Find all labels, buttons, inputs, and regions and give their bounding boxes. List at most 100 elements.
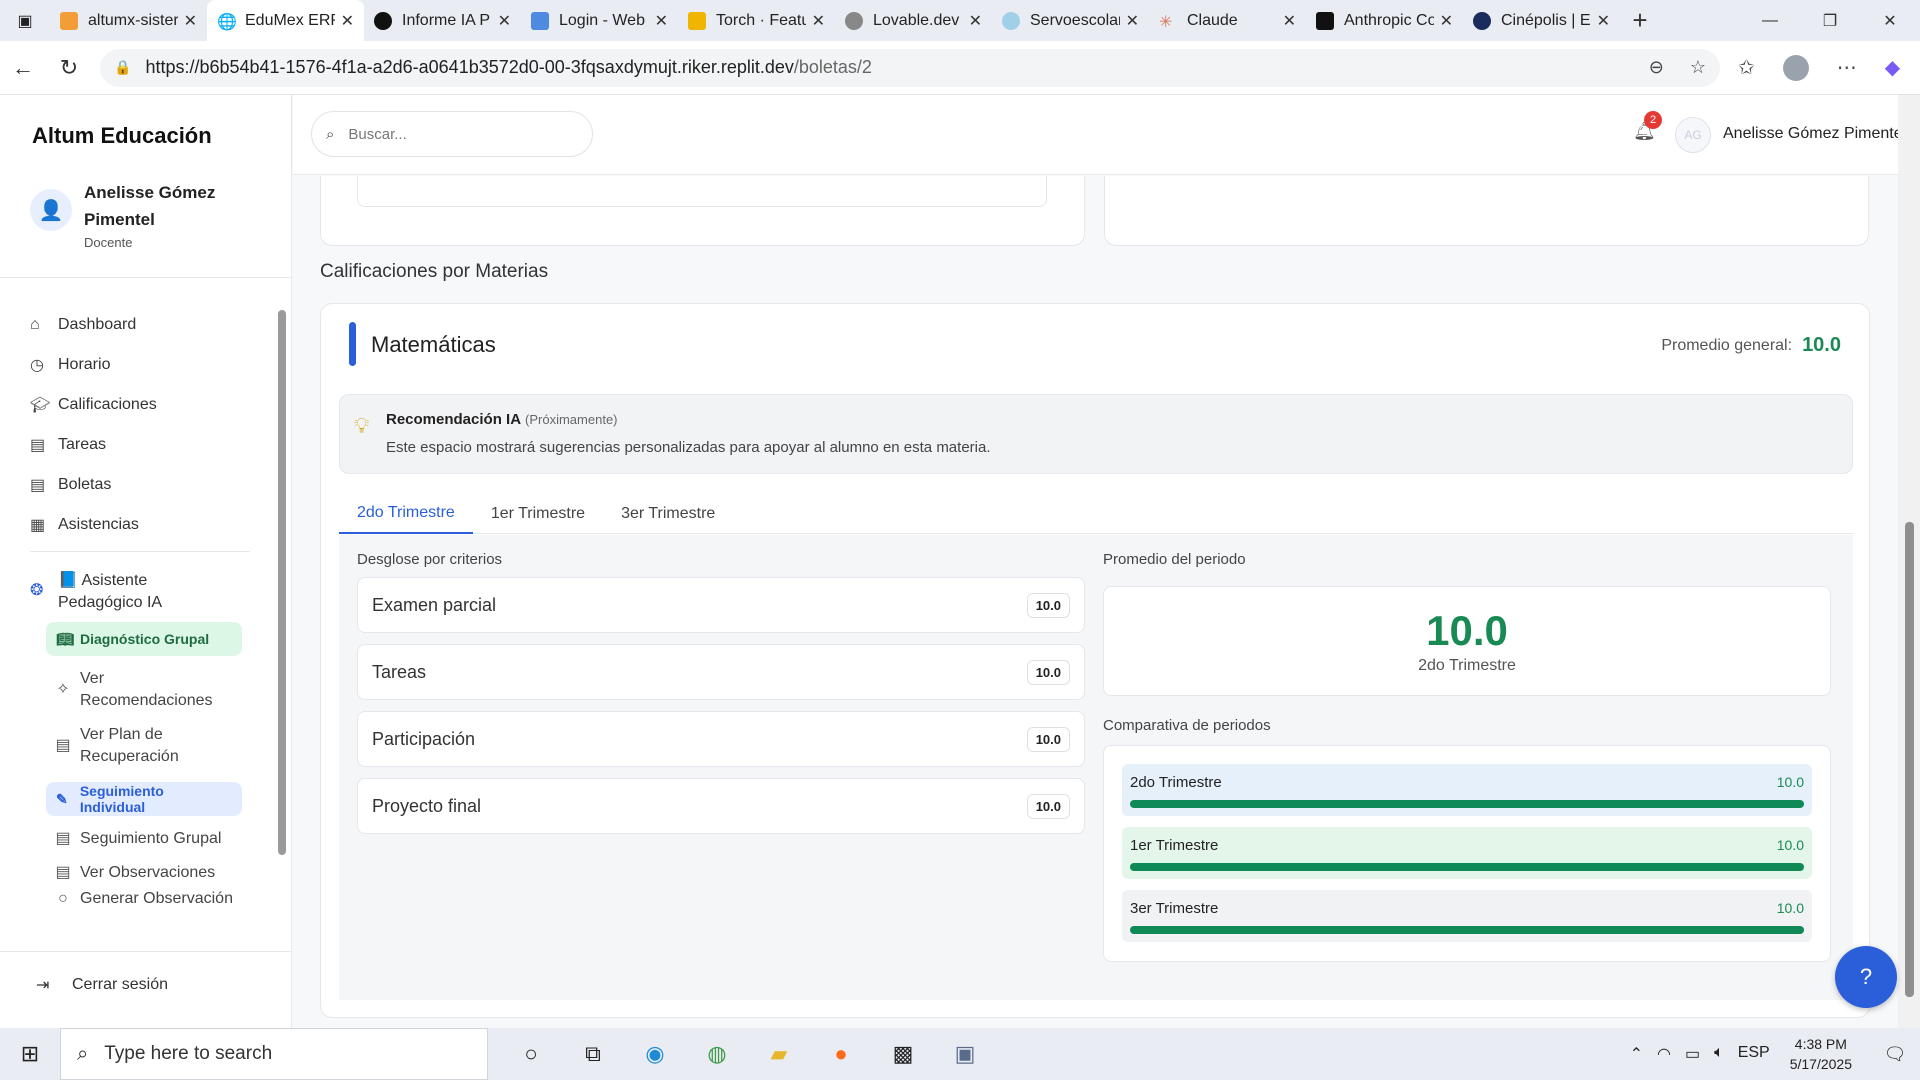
sidebar-item-dashboard[interactable]: ⌂ Dashboard bbox=[30, 305, 250, 345]
tab-title: Login - Web bbox=[559, 11, 645, 29]
progress-track bbox=[1130, 863, 1804, 871]
more-menu-icon[interactable]: ⋯ bbox=[1837, 55, 1857, 80]
topbar-user-name[interactable]: Anelisse Gómez Pimentel bbox=[1723, 125, 1906, 143]
tab-actions-icon[interactable]: ▣ bbox=[0, 0, 50, 41]
notification-center-icon[interactable]: 🗨︎ bbox=[1870, 1044, 1920, 1065]
sidebar-item-boletas[interactable]: ▤ Boletas bbox=[30, 465, 250, 505]
page-scrollbar[interactable] bbox=[1898, 95, 1920, 1028]
favorite-star-icon[interactable]: ☆ bbox=[1690, 57, 1706, 78]
main-content: Calificaciones por Materias Matemáticas … bbox=[293, 176, 1893, 1028]
task-view-icon[interactable]: ⧉ bbox=[562, 1041, 624, 1067]
tab-3er-trimestre[interactable]: 3er Trimestre bbox=[603, 494, 733, 534]
subject-title: Matemáticas bbox=[371, 332, 496, 357]
wifi-icon[interactable]: ◠ bbox=[1657, 1044, 1671, 1064]
zoom-icon[interactable]: ⊖ bbox=[1649, 57, 1664, 78]
browser-tab[interactable]: altumx-sister ✕ bbox=[50, 0, 207, 41]
browser-tab[interactable]: Lovable.dev ✕ bbox=[835, 0, 992, 41]
app-icon[interactable]: ▣ bbox=[934, 1041, 996, 1067]
criteria-score: 10.0 bbox=[1026, 726, 1070, 752]
browser-tab[interactable]: Login - Web ✕ bbox=[521, 0, 678, 41]
firefox-icon[interactable]: ● bbox=[810, 1041, 872, 1067]
close-tab-icon[interactable]: ✕ bbox=[498, 11, 511, 31]
tab-title: Claude bbox=[1187, 11, 1238, 29]
close-window-icon[interactable]: ✕ bbox=[1860, 0, 1920, 41]
term-panel: Desglose por criterios Examen parcial 10.… bbox=[339, 535, 1853, 1000]
site-info-icon[interactable]: 🔒 bbox=[114, 59, 131, 76]
tab-2do-trimestre[interactable]: 2do Trimestre bbox=[339, 494, 473, 534]
browser-tab[interactable]: Anthropic Co ✕ bbox=[1306, 0, 1463, 41]
cortana-icon[interactable]: ○ bbox=[500, 1041, 562, 1067]
predator-icon[interactable]: ▩ bbox=[872, 1041, 934, 1067]
url-input[interactable]: 🔒 https://b6b54b41-1576-4f1a-a2d6-a0641b… bbox=[100, 48, 1720, 87]
maximize-icon[interactable]: ❐ bbox=[1800, 0, 1860, 41]
sidebar-item-label: Asistencias bbox=[58, 516, 139, 533]
copilot-icon[interactable]: ◆ bbox=[1885, 55, 1900, 80]
file-explorer-icon[interactable]: ▰ bbox=[748, 1041, 810, 1067]
chevron-up-icon[interactable]: ⌃ bbox=[1630, 1044, 1643, 1064]
close-tab-icon[interactable]: ✕ bbox=[1283, 11, 1296, 31]
logout-button[interactable]: ⇥ Cerrar sesión bbox=[36, 975, 168, 995]
close-tab-icon[interactable]: ✕ bbox=[812, 11, 825, 31]
search-icon: ⌕ bbox=[326, 125, 335, 143]
edge-icon[interactable]: ◉ bbox=[624, 1041, 686, 1067]
windows-start-icon[interactable]: ⊞ bbox=[0, 1041, 60, 1067]
close-tab-icon[interactable]: ✕ bbox=[1597, 11, 1610, 31]
sidebar-item-tareas[interactable]: ▤ Tareas bbox=[30, 425, 250, 465]
browser-tab-active[interactable]: 🌐 EduMex ERP ✕ bbox=[207, 0, 364, 41]
sidebar-item-horario[interactable]: ◷ Horario bbox=[30, 345, 250, 385]
clock[interactable]: 4:38 PM 5/17/2025 bbox=[1790, 1034, 1852, 1074]
sidebar-item-ver-recomendaciones[interactable]: ✧ Ver Recomendaciones bbox=[46, 662, 250, 718]
sidebar-item-asistente-ia[interactable]: ❂ 📘 Asistente Pedagógico IA bbox=[30, 562, 250, 622]
windows-taskbar: ⊞ ⌕ Type here to search ○ ⧉ ◉ ◍ ▰ ● ▩ ▣ ⌃… bbox=[0, 1028, 1920, 1080]
ai-soon-text: (Próximamente) bbox=[525, 412, 618, 427]
reload-icon[interactable]: ↻ bbox=[46, 55, 92, 81]
browser-profile-avatar[interactable] bbox=[1782, 54, 1809, 81]
close-tab-icon[interactable]: ✕ bbox=[655, 11, 668, 31]
notification-badge: 2 bbox=[1644, 111, 1662, 129]
tab-favicon-icon bbox=[531, 11, 549, 30]
search-input[interactable]: ⌕ Buscar... bbox=[311, 111, 593, 157]
sidebar-item-seguimiento-grupal[interactable]: ▤ Seguimiento Grupal bbox=[46, 822, 250, 856]
sidebar-item-seguimiento-individual[interactable]: ✎ Seguimiento Individual bbox=[46, 782, 242, 816]
taskbar-search-input[interactable]: ⌕ Type here to search bbox=[60, 1028, 488, 1080]
sidebar-item-generar-observacion[interactable]: ○ Generar Observación bbox=[46, 890, 250, 908]
minimize-icon[interactable]: — bbox=[1740, 0, 1800, 41]
compare-title: Comparativa de periodos bbox=[1103, 717, 1271, 734]
sidebar-item-calificaciones[interactable]: 🎓︎ Calificaciones bbox=[30, 385, 250, 425]
browser-tab[interactable]: Informe IA P ✕ bbox=[364, 0, 521, 41]
close-tab-icon[interactable]: ✕ bbox=[969, 11, 982, 31]
volume-icon[interactable]: 🔈︎ bbox=[1714, 1044, 1724, 1064]
sidebar-item-asistencias[interactable]: ▦ Asistencias bbox=[30, 505, 250, 545]
sidebar-scrollbar[interactable] bbox=[278, 310, 286, 855]
tab-title: Cinépolis | E bbox=[1501, 11, 1591, 29]
back-icon[interactable]: ← bbox=[0, 55, 46, 81]
ai-recommendation-box: 💡︎ Recomendación IA (Próximamente) Este e… bbox=[339, 394, 1853, 474]
sidebar-item-ver-observaciones[interactable]: ▤ Ver Observaciones bbox=[46, 856, 250, 890]
favorites-icon[interactable]: ✩ bbox=[1738, 55, 1755, 80]
new-tab-icon[interactable]: + bbox=[1620, 5, 1660, 36]
tab-favicon-icon bbox=[1002, 11, 1020, 30]
criteria-row: Examen parcial 10.0 bbox=[357, 577, 1085, 633]
close-tab-icon[interactable]: ✕ bbox=[184, 11, 197, 31]
close-tab-icon[interactable]: ✕ bbox=[341, 11, 354, 31]
avatar[interactable]: AG bbox=[1675, 117, 1711, 153]
browser-tab[interactable]: Torch · Featu ✕ bbox=[678, 0, 835, 41]
browser-tab[interactable]: Cinépolis | E ✕ bbox=[1463, 0, 1620, 41]
tab-favicon-icon bbox=[374, 11, 392, 30]
browser-tab[interactable]: Servoescolar ✕ bbox=[992, 0, 1149, 41]
close-tab-icon[interactable]: ✕ bbox=[1126, 11, 1139, 31]
language-indicator[interactable]: ESP bbox=[1738, 1044, 1770, 1064]
page-scrollbar-thumb[interactable] bbox=[1905, 522, 1914, 997]
help-button[interactable]: ? bbox=[1835, 946, 1897, 1008]
battery-icon[interactable]: ▭ bbox=[1685, 1044, 1700, 1064]
sidebar-item-diagnostico-grupal[interactable]: 📖︎ Diagnóstico Grupal bbox=[46, 622, 242, 656]
close-tab-icon[interactable]: ✕ bbox=[1440, 11, 1453, 31]
document-icon: ▤ bbox=[55, 830, 71, 847]
tab-1er-trimestre[interactable]: 1er Trimestre bbox=[473, 494, 603, 534]
chrome-icon[interactable]: ◍ bbox=[686, 1041, 748, 1067]
browser-tab[interactable]: ✳ Claude ✕ bbox=[1149, 0, 1306, 41]
clock-time: 4:38 PM bbox=[1794, 1036, 1847, 1052]
clock-date: 5/17/2025 bbox=[1789, 1056, 1852, 1072]
sidebar-item-ver-plan[interactable]: ▤ Ver Plan de Recuperación bbox=[46, 718, 250, 774]
sidebar-user-name: Anelisse Gómez Pimentel bbox=[84, 183, 216, 229]
